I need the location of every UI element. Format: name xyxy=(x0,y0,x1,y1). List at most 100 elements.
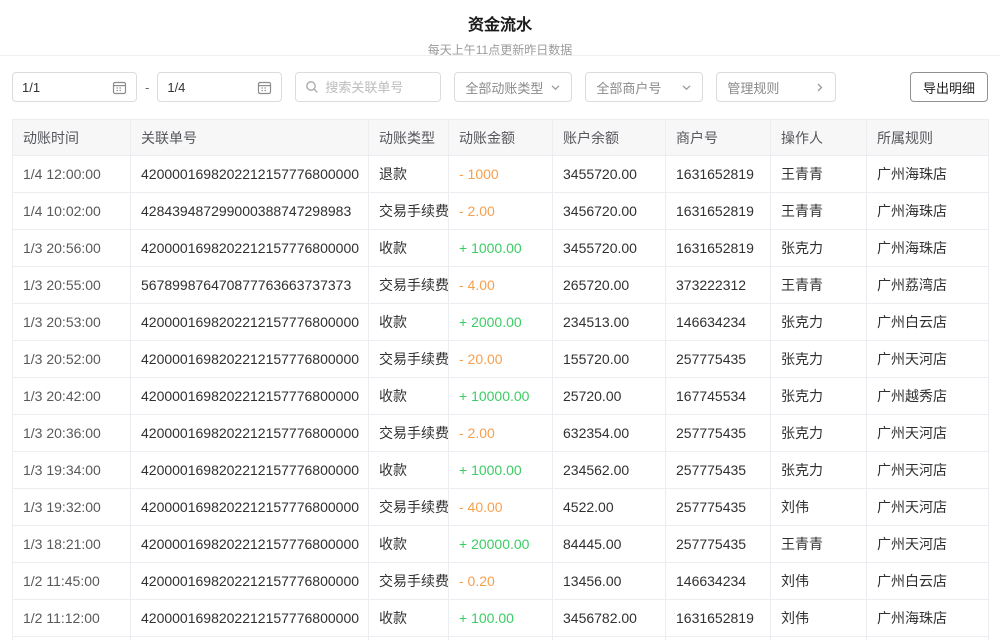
table-row: 1/3 18:21:00 420000169820221215777680000… xyxy=(13,526,989,563)
cell-type: 收款 xyxy=(369,378,449,415)
cell-balance: 234562.00 xyxy=(553,452,666,489)
cell-balance: 3456782.00 xyxy=(553,600,666,637)
cell-balance: 84445.00 xyxy=(553,526,666,563)
cell-empty xyxy=(771,637,867,640)
cell-merchant-id: 1631652819 xyxy=(666,600,771,637)
cell-amount: + 1000.00 xyxy=(449,230,553,267)
table-row: 1/3 19:32:00 420000169820221215777680000… xyxy=(13,489,989,526)
cell-merchant-id: 1631652819 xyxy=(666,230,771,267)
chevron-down-icon xyxy=(550,82,561,93)
cell-empty xyxy=(666,637,771,640)
cell-operator: 张克力 xyxy=(771,304,867,341)
col-header-operator: 操作人 xyxy=(771,120,867,156)
chevron-down-icon xyxy=(681,82,692,93)
cell-amount: - 2.00 xyxy=(449,415,553,452)
cell-empty xyxy=(13,637,131,640)
cell-type: 交易手续费 xyxy=(369,193,449,230)
cell-balance: 3456720.00 xyxy=(553,193,666,230)
cell-amount: - 20.00 xyxy=(449,341,553,378)
table-row: 1/3 20:52:00 420000169820221215777680000… xyxy=(13,341,989,378)
cell-merchant-id: 1631652819 xyxy=(666,156,771,193)
page-subtitle: 每天上午11点更新昨日数据 xyxy=(0,41,1000,58)
cell-type: 交易手续费 xyxy=(369,415,449,452)
col-header-time: 动账时间 xyxy=(13,120,131,156)
date-end-picker[interactable]: 1/4 xyxy=(157,72,282,102)
cell-merchant-id: 257775435 xyxy=(666,452,771,489)
cell-type: 收款 xyxy=(369,600,449,637)
cell-operator: 刘伟 xyxy=(771,563,867,600)
type-filter-value: 全部动账类型 xyxy=(465,78,543,97)
cell-operator: 张克力 xyxy=(771,378,867,415)
cell-type: 交易手续费 xyxy=(369,489,449,526)
cell-rule: 广州荔湾店 xyxy=(867,267,989,304)
table-row: 1/3 19:34:00 420000169820221215777680000… xyxy=(13,452,989,489)
type-filter-select[interactable]: 全部动账类型 xyxy=(454,72,572,102)
cell-balance: 3455720.00 xyxy=(553,230,666,267)
table-row: 1/3 20:36:00 420000169820221215777680000… xyxy=(13,415,989,452)
cell-type: 退款 xyxy=(369,156,449,193)
cell-type: 交易手续费 xyxy=(369,563,449,600)
cell-merchant-id: 257775435 xyxy=(666,526,771,563)
cell-amount: + 2000.00 xyxy=(449,304,553,341)
table-row: 1/4 12:00:00 420000169820221215777680000… xyxy=(13,156,989,193)
cell-empty xyxy=(867,637,989,640)
cell-order-no: 4200001698202212157776800000 xyxy=(131,341,369,378)
cell-merchant-id: 167745534 xyxy=(666,378,771,415)
cell-time: 1/3 20:53:00 xyxy=(13,304,131,341)
table-row: 1/3 20:55:00 567899876470877763663737373… xyxy=(13,267,989,304)
cell-rule: 广州天河店 xyxy=(867,489,989,526)
cell-balance: 13456.00 xyxy=(553,563,666,600)
cell-time: 1/3 20:36:00 xyxy=(13,415,131,452)
table-head-row: 动账时间 关联单号 动账类型 动账金额 账户余额 商户号 操作人 所属规则 xyxy=(13,120,989,156)
cell-operator: 张克力 xyxy=(771,230,867,267)
cell-amount: + 1000.00 xyxy=(449,452,553,489)
cell-operator: 刘伟 xyxy=(771,489,867,526)
merchant-filter-select[interactable]: 全部商户号 xyxy=(585,72,703,102)
cell-amount: + 10000.00 xyxy=(449,378,553,415)
cell-merchant-id: 257775435 xyxy=(666,415,771,452)
table-row: 1/4 10:02:00 428439487299000388747298983… xyxy=(13,193,989,230)
table-row: 1/2 11:12:00 420000169820221215777680000… xyxy=(13,600,989,637)
merchant-filter-value: 全部商户号 xyxy=(596,78,661,97)
cell-rule: 广州海珠店 xyxy=(867,600,989,637)
cell-order-no: 4200001698202212157776800000 xyxy=(131,378,369,415)
cell-balance: 265720.00 xyxy=(553,267,666,304)
cell-operator: 王青青 xyxy=(771,193,867,230)
cell-operator: 张克力 xyxy=(771,415,867,452)
cell-empty xyxy=(369,637,449,640)
transactions-table: 动账时间 关联单号 动账类型 动账金额 账户余额 商户号 操作人 所属规则 1/… xyxy=(12,119,989,640)
search-input[interactable] xyxy=(325,80,435,95)
calendar-icon xyxy=(257,80,272,95)
cell-merchant-id: 257775435 xyxy=(666,489,771,526)
cell-operator: 王青青 xyxy=(771,156,867,193)
manage-rules-label: 管理规则 xyxy=(727,78,779,97)
cell-order-no: 4200001698202212157776800000 xyxy=(131,489,369,526)
cell-merchant-id: 1631652819 xyxy=(666,193,771,230)
cell-time: 1/2 11:12:00 xyxy=(13,600,131,637)
search-icon xyxy=(305,80,319,94)
cell-time: 1/3 18:21:00 xyxy=(13,526,131,563)
cell-operator: 王青青 xyxy=(771,526,867,563)
cell-rule: 广州越秀店 xyxy=(867,378,989,415)
cell-amount: + 20000.00 xyxy=(449,526,553,563)
cell-empty xyxy=(131,637,369,640)
cell-rule: 广州白云店 xyxy=(867,304,989,341)
cell-amount: - 0.20 xyxy=(449,563,553,600)
cell-time: 1/2 11:45:00 xyxy=(13,563,131,600)
manage-rules-button[interactable]: 管理规则 xyxy=(716,72,836,102)
export-details-button[interactable]: 导出明细 xyxy=(910,72,988,102)
search-box xyxy=(295,72,441,102)
cell-order-no: 4200001698202212157776800000 xyxy=(131,563,369,600)
cell-type: 收款 xyxy=(369,452,449,489)
cell-time: 1/3 20:55:00 xyxy=(13,267,131,304)
cell-balance: 3455720.00 xyxy=(553,156,666,193)
cell-rule: 广州海珠店 xyxy=(867,156,989,193)
page-header: 资金流水 每天上午11点更新昨日数据 xyxy=(0,0,1000,56)
cell-time: 1/3 20:52:00 xyxy=(13,341,131,378)
cell-amount: + 100.00 xyxy=(449,600,553,637)
cell-balance: 632354.00 xyxy=(553,415,666,452)
cell-rule: 广州白云店 xyxy=(867,563,989,600)
date-start-value: 1/1 xyxy=(22,80,40,95)
date-start-picker[interactable]: 1/1 xyxy=(12,72,137,102)
cell-merchant-id: 146634234 xyxy=(666,304,771,341)
